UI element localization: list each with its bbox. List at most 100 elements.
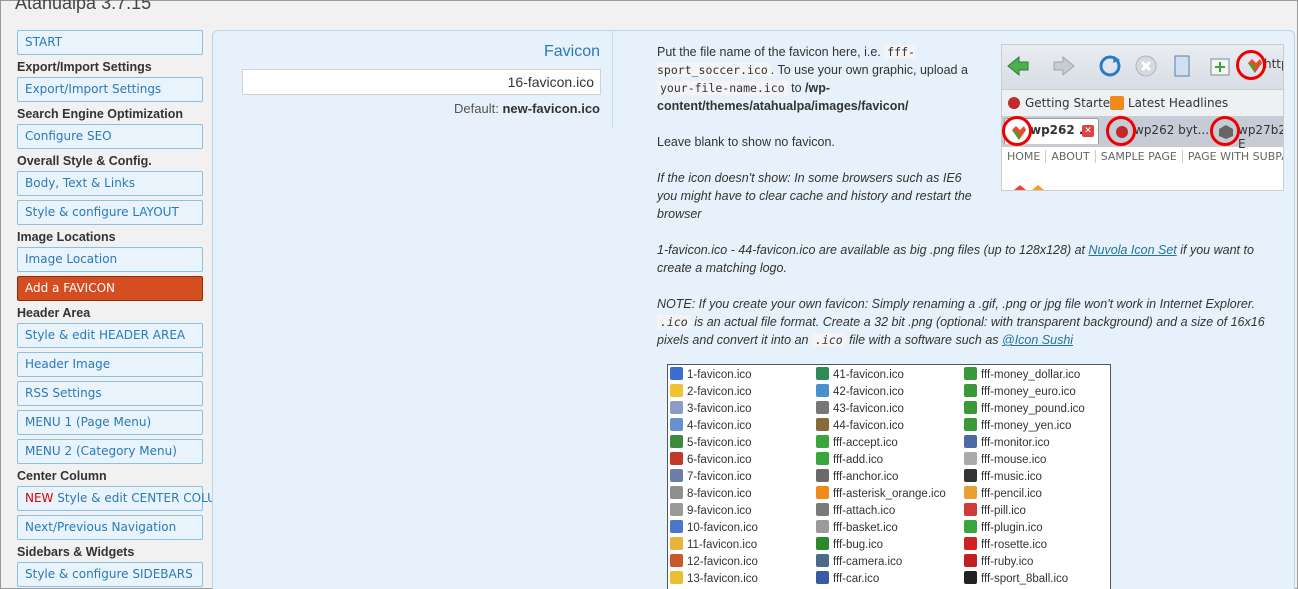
help-paragraph-note: NOTE: If you create your own favicon: Si… [657, 297, 1265, 347]
favicon-filename: fff-monitor.ico [981, 437, 1050, 449]
favicon-preview-icon [816, 418, 829, 431]
sidebar-heading-sidebars-widgets: Sidebars & Widgets [17, 545, 135, 559]
sidebar-item-configure-seo[interactable]: Configure SEO [17, 124, 203, 149]
sidebar-item-center-column[interactable]: NEW Style & edit CENTER COLUMN [17, 486, 235, 511]
favicon-list-item: 44-favicon.ico [816, 418, 946, 435]
favicon-filename: fff-car.ico [833, 573, 880, 585]
favicon-list-item: fff-attach.ico [816, 503, 946, 520]
sidebar-item-body-text-links[interactable]: Body, Text & Links [17, 171, 203, 196]
favicon-filename: fff-music.ico [981, 471, 1042, 483]
sidebar-item-header-image[interactable]: Header Image [17, 352, 203, 377]
favicon-filename: 44-favicon.ico [833, 420, 904, 432]
favicon-filename: fff-money_yen.ico [981, 420, 1072, 432]
favicon-column-1: 1-favicon.ico 2-favicon.ico 3-favicon.ico 4… [670, 367, 758, 588]
sidebar-item-sidebars[interactable]: Style & configure SIDEBARS [17, 562, 203, 587]
nuvola-icon-set-link[interactable]: Nuvola Icon Set [1089, 243, 1177, 257]
preview-tab-strip: wp262 ... ✕ wp262 byt... wp27b2 E [1002, 116, 1283, 151]
favicon-preview-icon [670, 520, 683, 533]
bookmark-favicon-icon [1008, 97, 1020, 109]
favicon-list-item: fff-sport_8ball.ico [964, 571, 1085, 588]
favicon-list-item: fff-accept.ico [816, 435, 946, 452]
favicon-preview-icon [816, 503, 829, 516]
favicon-filename: fff-rosette.ico [981, 539, 1048, 551]
favicon-preview-icon [670, 435, 683, 448]
sidebar-heading-seo: Search Engine Optimization [17, 107, 183, 121]
favicon-filename: fff-plugin.ico [981, 522, 1043, 534]
favicon-filename: fff-money_euro.ico [981, 386, 1076, 398]
favicon-filename: fff-ruby.ico [981, 556, 1034, 568]
new-tab-icon [1210, 58, 1230, 76]
favicon-filename: fff-money_dollar.ico [981, 369, 1081, 381]
favicon-filename: fff-asterisk_orange.ico [833, 488, 946, 500]
sidebar-item-image-location[interactable]: Image Location [17, 247, 203, 272]
favicon-preview-icon [816, 401, 829, 414]
sidebar-item-layout[interactable]: Style & configure LAYOUT [17, 200, 203, 225]
favicon-filename-input[interactable] [242, 69, 601, 95]
preview-nav-item: HOME [1002, 150, 1047, 163]
favicon-list-item: fff-mouse.ico [964, 452, 1085, 469]
reload-icon [1099, 55, 1121, 77]
favicon-list-item: 6-favicon.ico [670, 452, 758, 469]
favicon-list-item: fff-rosette.ico [964, 537, 1085, 554]
favicon-list-item: fff-bug.ico [816, 537, 946, 554]
sidebar-heading-center-column: Center Column [17, 469, 107, 483]
sidebar-heading-export-import: Export/Import Settings [17, 60, 152, 74]
settings-sidebar: START Export/Import Settings Export/Impo… [17, 30, 235, 589]
favicon-list-item: fff-car.ico [816, 571, 946, 588]
favicon-preview-icon [964, 435, 977, 448]
favicon-preview-icon [816, 435, 829, 448]
favicon-list-table: 1-favicon.ico 2-favicon.ico 3-favicon.ico 4… [667, 364, 1111, 589]
sidebar-item-menu-2[interactable]: MENU 2 (Category Menu) [17, 439, 203, 464]
rss-icon [1110, 96, 1124, 110]
option-title: Favicon [543, 43, 600, 60]
favicon-list-item: fff-anchor.ico [816, 469, 946, 486]
favicon-list-item: 9-favicon.ico [670, 503, 758, 520]
icon-sushi-link[interactable]: @Icon Sushi [1002, 333, 1073, 347]
favicon-preview-icon [816, 384, 829, 397]
favicon-list-item: 7-favicon.ico [670, 469, 758, 486]
favicon-list-item: fff-ruby.ico [964, 554, 1085, 571]
favicon-filename: fff-money_pound.ico [981, 403, 1085, 415]
sidebar-heading-header-area: Header Area [17, 306, 91, 320]
favicon-list-item: fff-monitor.ico [964, 435, 1085, 452]
preview-site-logo [1006, 169, 1066, 190]
sidebar-item-export-import[interactable]: Export/Import Settings [17, 77, 203, 102]
favicon-list-item: 8-favicon.ico [670, 486, 758, 503]
favicon-preview-icon [964, 537, 977, 550]
favicon-filename: fff-basket.ico [833, 522, 898, 534]
favicon-list-item: 2-favicon.ico [670, 384, 758, 401]
sidebar-item-start[interactable]: START [17, 30, 203, 55]
favicon-preview-icon [670, 418, 683, 431]
url-fragment: http [1264, 57, 1283, 71]
favicon-list-item: fff-pill.ico [964, 503, 1085, 520]
sidebar-item-add-favicon[interactable]: Add a FAVICON [17, 276, 203, 301]
bookmark-latest-headlines: Latest Headlines [1128, 96, 1229, 110]
favicon-preview-icon [816, 537, 829, 550]
favicon-preview-icon [964, 571, 977, 584]
favicon-list-item: 43-favicon.ico [816, 401, 946, 418]
sidebar-item-header-area[interactable]: Style & edit HEADER AREA [17, 323, 203, 348]
sidebar-item-next-prev-navigation[interactable]: Next/Previous Navigation [17, 515, 203, 540]
favicon-filename: 2-favicon.ico [687, 386, 752, 398]
highlight-ring [1106, 116, 1136, 146]
favicon-list-item: fff-music.ico [964, 469, 1085, 486]
favicon-preview-icon [964, 401, 977, 414]
favicon-filename: 8-favicon.ico [687, 488, 752, 500]
bookmark-getting-started: Getting Started [1025, 96, 1118, 110]
highlight-ring [1210, 116, 1240, 146]
favicon-list-item: 1-favicon.ico [670, 367, 758, 384]
favicon-preview-icon [670, 469, 683, 482]
favicon-list-item: fff-add.ico [816, 452, 946, 469]
favicon-filename: fff-pill.ico [981, 505, 1026, 517]
favicon-list-item: 10-favicon.ico [670, 520, 758, 537]
favicon-preview-icon [670, 486, 683, 499]
favicon-preview-icon [964, 554, 977, 567]
favicon-preview-icon [964, 503, 977, 516]
favicon-list-item: 3-favicon.ico [670, 401, 758, 418]
highlight-ring [1236, 50, 1266, 80]
sidebar-item-menu-1[interactable]: MENU 1 (Page Menu) [17, 410, 203, 435]
tab-label: wp27b2 E [1238, 123, 1284, 151]
preview-nav-item: PAGE WITH SUBPAG [1182, 150, 1283, 163]
favicon-list-item: 42-favicon.ico [816, 384, 946, 401]
sidebar-item-rss-settings[interactable]: RSS Settings [17, 381, 203, 406]
